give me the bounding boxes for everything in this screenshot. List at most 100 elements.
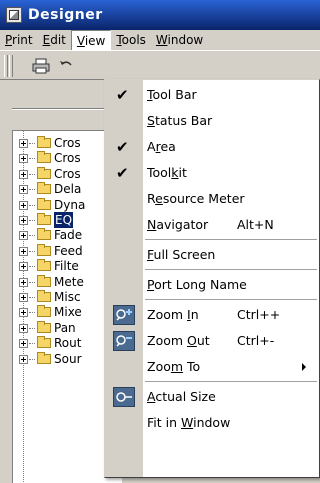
tree-item-label: Cros bbox=[54, 136, 81, 150]
app-icon[interactable] bbox=[6, 7, 22, 23]
undo-icon[interactable] bbox=[56, 56, 78, 76]
tree-connector bbox=[29, 143, 35, 144]
menu-bar: Print Edit View Tools Window bbox=[0, 30, 320, 50]
tree-item-label: Rout bbox=[54, 336, 82, 351]
tree-connector bbox=[29, 297, 35, 298]
tree-item-label: Cros bbox=[54, 151, 81, 166]
expand-icon[interactable] bbox=[19, 185, 28, 195]
menu-tools[interactable]: Tools bbox=[111, 30, 151, 50]
expand-icon[interactable] bbox=[19, 154, 28, 164]
menu-separator bbox=[145, 239, 317, 241]
tree-item-label: Mixe bbox=[54, 305, 82, 320]
folder-icon bbox=[37, 336, 51, 349]
folder-icon bbox=[37, 197, 51, 210]
expand-icon[interactable] bbox=[19, 354, 28, 364]
menu-item[interactable]: Zoom To bbox=[105, 354, 319, 380]
menu-item-label: Zoom To bbox=[147, 359, 201, 374]
folder-icon bbox=[37, 136, 51, 148]
menu-item-label: Zoom Out bbox=[147, 333, 210, 348]
expand-icon[interactable] bbox=[19, 293, 28, 302]
menu-item-label: Toolkit bbox=[147, 165, 187, 180]
tree-connector bbox=[29, 343, 35, 345]
menu-item[interactable]: Zoom In Ctrl++ bbox=[105, 302, 319, 328]
menu-item-label: Full Screen bbox=[147, 247, 216, 262]
tree-item-label: Feed bbox=[54, 243, 83, 258]
expand-icon[interactable] bbox=[19, 277, 28, 287]
tree-connector bbox=[29, 281, 35, 283]
menu-item[interactable]: ✔ Tool Bar bbox=[105, 82, 319, 108]
menu-item-label: Port Long Name bbox=[147, 277, 247, 292]
menu-item[interactable]: Full Screen bbox=[105, 242, 319, 268]
folder-icon bbox=[37, 351, 51, 364]
menu-item[interactable]: Actual Size bbox=[105, 384, 319, 410]
tree-item-label: Dela bbox=[54, 182, 82, 197]
menu-item-label: Area bbox=[147, 139, 176, 154]
zoom-out-icon bbox=[113, 331, 135, 351]
tree-connector bbox=[29, 189, 35, 191]
menu-separator bbox=[145, 269, 317, 271]
menu-item-label: Navigator bbox=[147, 217, 209, 232]
menu-item[interactable]: Zoom Out Ctrl+- bbox=[105, 328, 319, 354]
submenu-arrow-icon bbox=[302, 363, 306, 371]
menu-item-label: Resource Meter bbox=[147, 191, 245, 206]
folder-icon bbox=[37, 305, 51, 318]
tree-connector bbox=[29, 250, 35, 252]
expand-icon[interactable] bbox=[19, 323, 28, 333]
menu-item-label: Fit in Window bbox=[147, 415, 231, 430]
view-menu-dropdown: ✔ Tool Bar Status Bar ✔ Area ✔ Toolkit Resource… bbox=[104, 79, 320, 478]
divider bbox=[12, 108, 112, 110]
tree-connector bbox=[29, 204, 35, 206]
menu-item[interactable]: Navigator Alt+N bbox=[105, 212, 319, 238]
tree-connector bbox=[29, 220, 35, 221]
menu-item[interactable]: ✔ Area bbox=[105, 134, 319, 160]
menu-item[interactable]: Status Bar bbox=[105, 108, 319, 134]
tree-item-label: EQ bbox=[54, 212, 74, 228]
menu-item-shortcut: Ctrl++ bbox=[237, 307, 281, 322]
tree-connector bbox=[29, 327, 35, 329]
checkmark-icon: ✔ bbox=[116, 138, 129, 156]
menu-item-label: Status Bar bbox=[147, 113, 213, 128]
menu-item[interactable]: ✔ Toolkit bbox=[105, 160, 319, 186]
menu-edit[interactable]: Edit bbox=[38, 30, 71, 50]
menu-print[interactable]: Print bbox=[0, 30, 38, 50]
tree-connector bbox=[29, 312, 35, 314]
expand-icon[interactable] bbox=[19, 231, 28, 241]
folder-icon bbox=[37, 320, 51, 333]
tree-item-label: Dyna bbox=[54, 197, 86, 212]
menu-item-shortcut: Ctrl+- bbox=[237, 333, 275, 348]
expand-icon[interactable] bbox=[19, 216, 28, 225]
tree-connector bbox=[29, 235, 35, 237]
menu-item[interactable]: Resource Meter bbox=[105, 186, 319, 212]
expand-icon[interactable] bbox=[19, 339, 28, 349]
folder-icon bbox=[37, 259, 51, 272]
tree-item-label: Filte bbox=[54, 259, 79, 274]
expand-icon[interactable] bbox=[19, 200, 28, 210]
tree-item-label: Misc bbox=[54, 290, 81, 304]
title-bar[interactable]: Designer bbox=[0, 0, 320, 30]
expand-icon[interactable] bbox=[19, 139, 28, 148]
tree-item-label: Cros bbox=[54, 166, 81, 181]
menu-item[interactable]: Fit in Window bbox=[105, 410, 319, 436]
menu-view[interactable]: View bbox=[70, 30, 112, 50]
toolbar-grip[interactable] bbox=[9, 55, 13, 77]
toolbar bbox=[0, 50, 320, 80]
print-icon[interactable] bbox=[30, 56, 52, 76]
folder-icon bbox=[37, 228, 51, 241]
tree-connector bbox=[29, 266, 35, 268]
folder-icon bbox=[37, 166, 51, 179]
tree-item-label: Pan bbox=[54, 320, 76, 335]
expand-icon[interactable] bbox=[19, 262, 28, 272]
folder-icon bbox=[37, 151, 51, 164]
folder-icon bbox=[37, 213, 51, 225]
window-title: Designer bbox=[28, 7, 103, 23]
expand-icon[interactable] bbox=[19, 169, 28, 179]
tree-item-label: Sour bbox=[54, 351, 82, 366]
actual-size-icon bbox=[113, 387, 135, 407]
panel-header bbox=[12, 86, 112, 126]
menu-window[interactable]: Window bbox=[151, 30, 208, 50]
menu-item[interactable]: Port Long Name bbox=[105, 272, 319, 298]
expand-icon[interactable] bbox=[19, 308, 28, 318]
expand-icon[interactable] bbox=[19, 246, 28, 256]
menu-separator bbox=[145, 299, 317, 301]
toolbar-grip[interactable] bbox=[4, 55, 8, 77]
